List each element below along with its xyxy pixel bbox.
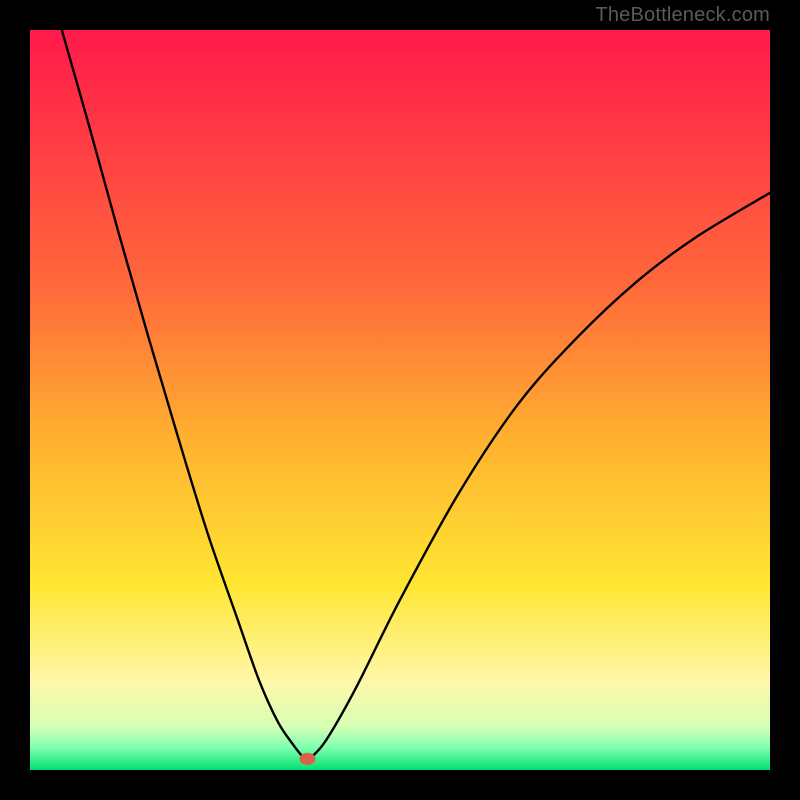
- chart-frame: TheBottleneck.com: [0, 0, 800, 800]
- minimum-marker: [300, 753, 316, 765]
- watermark-text: TheBottleneck.com: [595, 4, 770, 27]
- gradient-background: [30, 30, 770, 770]
- plot-area: [30, 30, 770, 770]
- chart-svg: [30, 30, 770, 770]
